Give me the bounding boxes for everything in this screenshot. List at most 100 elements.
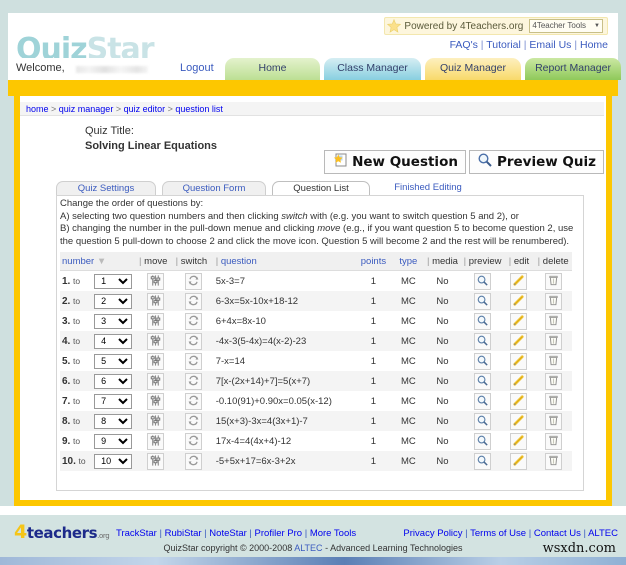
footer-link-profiler-pro[interactable]: Profiler Pro xyxy=(255,528,303,539)
link-home[interactable]: Home xyxy=(580,39,608,51)
edit-pencil-icon[interactable] xyxy=(510,293,527,310)
footer-link-notestar[interactable]: NoteStar xyxy=(209,528,247,539)
cell-position-select[interactable]: 12345678910 xyxy=(92,411,137,431)
switch-icon[interactable] xyxy=(185,413,202,430)
position-select[interactable]: 12345678910 xyxy=(94,294,132,309)
cell-move[interactable] xyxy=(137,451,174,471)
edit-pencil-icon[interactable] xyxy=(510,333,527,350)
cell-move[interactable] xyxy=(137,291,174,311)
move-icon[interactable] xyxy=(147,453,164,470)
cell-move[interactable] xyxy=(137,271,174,292)
cell-edit[interactable] xyxy=(504,271,535,292)
cell-switch[interactable] xyxy=(174,411,214,431)
breadcrumb-home[interactable]: home xyxy=(26,104,49,114)
switch-icon[interactable] xyxy=(185,453,202,470)
trash-icon[interactable] xyxy=(545,453,562,470)
cell-position-select[interactable]: 12345678910 xyxy=(92,331,137,351)
link-email-us[interactable]: Email Us xyxy=(529,39,571,51)
edit-pencil-icon[interactable] xyxy=(510,273,527,290)
teacher-tools-select[interactable]: 4Teacher Tools ▼ xyxy=(529,19,603,33)
cell-preview[interactable] xyxy=(462,371,504,391)
switch-icon[interactable] xyxy=(185,313,202,330)
cell-delete[interactable] xyxy=(534,311,572,331)
trash-icon[interactable] xyxy=(545,433,562,450)
link-tutorial[interactable]: Tutorial xyxy=(486,39,521,51)
switch-icon[interactable] xyxy=(185,393,202,410)
position-select[interactable]: 12345678910 xyxy=(94,314,132,329)
footer-link-trackstar[interactable]: TrackStar xyxy=(116,528,157,539)
subtab-question-list[interactable]: Question List xyxy=(272,181,370,196)
trash-icon[interactable] xyxy=(545,413,562,430)
edit-pencil-icon[interactable] xyxy=(510,413,527,430)
cell-edit[interactable] xyxy=(504,391,535,411)
footer-link-terms-of-use[interactable]: Terms of Use xyxy=(470,528,526,539)
switch-icon[interactable] xyxy=(185,293,202,310)
cell-switch[interactable] xyxy=(174,371,214,391)
switch-icon[interactable] xyxy=(185,433,202,450)
cell-delete[interactable] xyxy=(534,271,572,292)
edit-pencil-icon[interactable] xyxy=(510,453,527,470)
cell-position-select[interactable]: 12345678910 xyxy=(92,451,137,471)
preview-icon[interactable] xyxy=(474,433,491,450)
preview-icon[interactable] xyxy=(474,413,491,430)
trash-icon[interactable] xyxy=(545,333,562,350)
cell-delete[interactable] xyxy=(534,431,572,451)
cell-preview[interactable] xyxy=(462,331,504,351)
move-icon[interactable] xyxy=(147,293,164,310)
th-number[interactable]: number ▼ xyxy=(60,252,137,271)
4teachers-logo[interactable]: 4teachers.org xyxy=(14,521,109,543)
cell-delete[interactable] xyxy=(534,291,572,311)
position-select[interactable]: 12345678910 xyxy=(94,274,132,289)
cell-move[interactable] xyxy=(137,351,174,371)
cell-position-select[interactable]: 12345678910 xyxy=(92,351,137,371)
position-select[interactable]: 12345678910 xyxy=(94,434,132,449)
link-faqs[interactable]: FAQ's xyxy=(450,39,478,51)
nav-tab-report-manager[interactable]: Report Manager xyxy=(525,58,621,80)
preview-icon[interactable] xyxy=(474,273,491,290)
footer-link-altec[interactable]: ALTEC xyxy=(588,528,618,539)
breadcrumb-quiz-manager[interactable]: quiz manager xyxy=(59,104,114,114)
switch-icon[interactable] xyxy=(185,373,202,390)
cell-switch[interactable] xyxy=(174,311,214,331)
cell-preview[interactable] xyxy=(462,431,504,451)
switch-icon[interactable] xyxy=(185,353,202,370)
preview-icon[interactable] xyxy=(474,293,491,310)
position-select[interactable]: 12345678910 xyxy=(94,414,132,429)
cell-position-select[interactable]: 12345678910 xyxy=(92,391,137,411)
footer-link-contact-us[interactable]: Contact Us xyxy=(534,528,581,539)
breadcrumb-quiz-editor[interactable]: quiz editor xyxy=(124,104,166,114)
cell-edit[interactable] xyxy=(504,431,535,451)
trash-icon[interactable] xyxy=(545,313,562,330)
move-icon[interactable] xyxy=(147,273,164,290)
new-question-button[interactable]: New Question xyxy=(324,150,466,174)
preview-icon[interactable] xyxy=(474,393,491,410)
subtab-question-form[interactable]: Question Form xyxy=(162,181,266,196)
cell-move[interactable] xyxy=(137,431,174,451)
cell-edit[interactable] xyxy=(504,351,535,371)
nav-tab-class-manager[interactable]: Class Manager xyxy=(324,58,421,80)
trash-icon[interactable] xyxy=(545,273,562,290)
nav-tab-home[interactable]: Home xyxy=(225,58,320,80)
cell-move[interactable] xyxy=(137,331,174,351)
position-select[interactable]: 12345678910 xyxy=(94,454,132,469)
cell-delete[interactable] xyxy=(534,411,572,431)
cell-move[interactable] xyxy=(137,311,174,331)
cell-delete[interactable] xyxy=(534,351,572,371)
cell-edit[interactable] xyxy=(504,291,535,311)
cell-switch[interactable] xyxy=(174,431,214,451)
cell-position-select[interactable]: 12345678910 xyxy=(92,311,137,331)
move-icon[interactable] xyxy=(147,333,164,350)
cell-preview[interactable] xyxy=(462,311,504,331)
move-icon[interactable] xyxy=(147,373,164,390)
cell-edit[interactable] xyxy=(504,331,535,351)
cell-edit[interactable] xyxy=(504,371,535,391)
cell-move[interactable] xyxy=(137,391,174,411)
cell-preview[interactable] xyxy=(462,451,504,471)
cell-delete[interactable] xyxy=(534,371,572,391)
cell-position-select[interactable]: 12345678910 xyxy=(92,371,137,391)
cell-switch[interactable] xyxy=(174,351,214,371)
cell-preview[interactable] xyxy=(462,391,504,411)
move-icon[interactable] xyxy=(147,353,164,370)
subtab-quiz-settings[interactable]: Quiz Settings xyxy=(56,181,156,196)
switch-icon[interactable] xyxy=(185,333,202,350)
